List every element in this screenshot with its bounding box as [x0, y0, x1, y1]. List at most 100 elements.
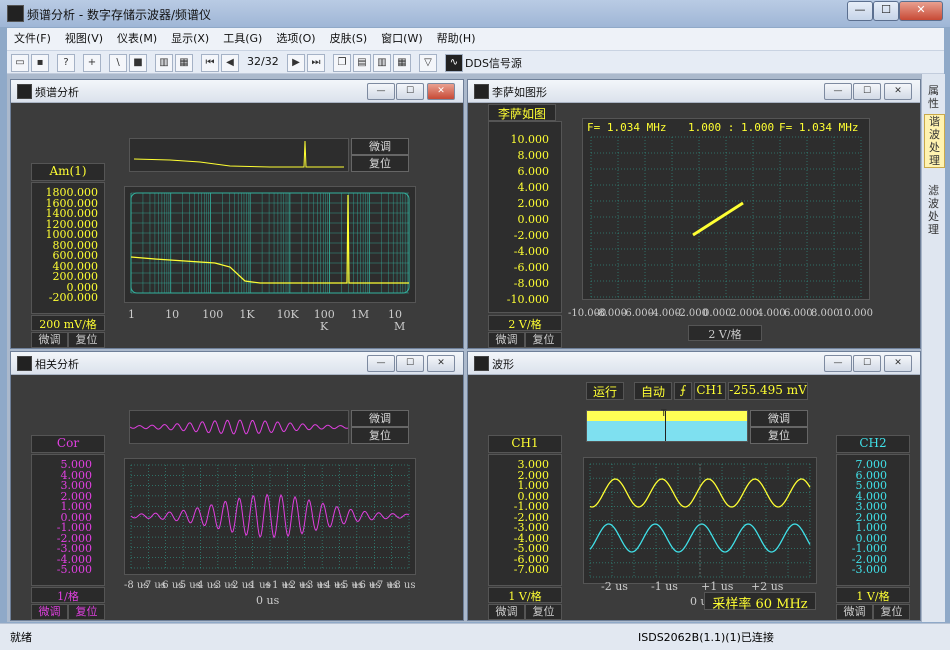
save-icon[interactable]: ▪: [31, 54, 49, 72]
grid-icon[interactable]: ▦: [175, 54, 193, 72]
spectrum-window-header[interactable]: 频谱分析 — ☐ ✕: [11, 80, 463, 103]
waveform-foot-fine[interactable]: 微调: [488, 604, 525, 620]
prev-page-icon[interactable]: ◀: [221, 54, 239, 72]
spectrum-close-button[interactable]: ✕: [427, 83, 455, 100]
crosshair-icon[interactable]: +: [83, 54, 101, 72]
lissajous-minimize-button[interactable]: —: [824, 83, 852, 100]
waveform-plot-svg: [589, 463, 811, 578]
menu-help[interactable]: 帮助(H): [430, 28, 483, 50]
waveform-window-header[interactable]: 波形 — ☐ ✕: [468, 352, 920, 375]
lissajous-window: 李萨如图形 — ☐ ✕ 李萨如图 10.000 8.000 6.000 4.000 2.…: [467, 79, 921, 349]
ch1-axis: 3.000 2.000 1.000 0.000 -1.000 -2.000 -3.000 -4…: [488, 454, 562, 586]
waveform-close-button[interactable]: ✕: [884, 355, 912, 372]
spectrum-reset-button[interactable]: 复位: [351, 155, 409, 172]
correlation-minimize-button[interactable]: —: [367, 355, 395, 372]
spectrum-overview: [129, 138, 349, 172]
right-dock: 属性 谐波处理 滤波处理: [921, 74, 945, 622]
cascade-icon[interactable]: ❐: [333, 54, 351, 72]
spectrum-scale: 200 mV/格: [31, 315, 105, 331]
waveform-foot-reset[interactable]: 复位: [525, 604, 562, 620]
correlation-foot-fine[interactable]: 微调: [31, 604, 68, 620]
tile-grid-icon[interactable]: ▦: [393, 54, 411, 72]
tile-vertical-icon[interactable]: ▥: [373, 54, 391, 72]
dock-tab-properties[interactable]: 属性: [924, 84, 943, 110]
waveform-window: 波形 — ☐ ✕ 运行 自动 ⨍ CH1 -255.495 mV T 微调 复位…: [467, 351, 921, 621]
lissajous-x-tick-9: 8.000: [811, 308, 840, 319]
filter-icon[interactable]: ▽: [419, 54, 437, 72]
tile-horizontal-icon[interactable]: ▤: [353, 54, 371, 72]
waveform-ch2-foot-reset[interactable]: 复位: [873, 604, 910, 620]
ch2-y-tick-10: -3.000: [851, 563, 887, 576]
overview-trigger-marker: T: [661, 409, 667, 419]
status-left: 就绪: [10, 631, 32, 644]
correlation-close-button[interactable]: ✕: [427, 355, 455, 372]
auto-button[interactable]: 自动: [634, 382, 672, 400]
correlation-window-header[interactable]: 相关分析 — ☐ ✕: [11, 352, 463, 375]
status-bar: 就绪 ISDS2062B(1.1)(1)已连接: [0, 623, 950, 650]
waveform-maximize-button[interactable]: ☐: [853, 355, 881, 372]
trigger-level[interactable]: -255.495 mV: [728, 382, 808, 400]
waveform-x-tick-0: -2 us: [601, 580, 628, 593]
waveform-reset-button[interactable]: 复位: [750, 427, 808, 444]
spectrum-minimize-button[interactable]: —: [367, 83, 395, 100]
lissajous-close-button[interactable]: ✕: [884, 83, 912, 100]
correlation-fine-button[interactable]: 微调: [351, 410, 409, 427]
lissajous-y-tick-2: 6.000: [517, 165, 550, 178]
waveform-fine-button[interactable]: 微调: [750, 410, 808, 427]
lissajous-foot-fine[interactable]: 微调: [488, 332, 525, 348]
spectrum-plot-svg: [130, 192, 410, 294]
dds-icon[interactable]: ∿: [445, 54, 463, 72]
sample-rate: 采样率 60 MHz: [704, 592, 816, 612]
dock-tab-harmonic[interactable]: 谐波处理: [924, 114, 945, 168]
lissajous-plot-svg: [590, 136, 862, 298]
menu-skin[interactable]: 皮肤(S): [323, 28, 375, 50]
spectrum-maximize-button[interactable]: ☐: [396, 83, 424, 100]
spectrum-foot-fine[interactable]: 微调: [31, 332, 68, 348]
waveform-x-tick-1: -1 us: [651, 580, 678, 593]
layout-icon[interactable]: ▥: [155, 54, 173, 72]
waveform-ch2-foot-fine[interactable]: 微调: [836, 604, 873, 620]
spectrum-plot: [124, 186, 416, 303]
lissajous-y-tick-1: 8.000: [517, 149, 550, 162]
lissajous-foot-reset[interactable]: 复位: [525, 332, 562, 348]
title-bar: 频谱分析 - 数字存储示波器/频谱仪 — ☐ ✕: [0, 0, 950, 27]
lissajous-window-header[interactable]: 李萨如图形 — ☐ ✕: [468, 80, 920, 103]
trigger-channel[interactable]: CH1: [694, 382, 726, 400]
dds-source-button[interactable]: DDS信号源: [465, 55, 522, 71]
run-button[interactable]: 运行: [586, 382, 624, 400]
dock-tab-filter[interactable]: 滤波处理: [924, 184, 943, 236]
trigger-edge-icon[interactable]: ⨍: [674, 382, 692, 400]
last-page-icon[interactable]: ⏭: [307, 54, 325, 72]
next-page-icon[interactable]: ▶: [287, 54, 305, 72]
menu-window[interactable]: 窗口(W): [374, 28, 429, 50]
overview-ch1-band: [587, 411, 747, 421]
correlation-maximize-button[interactable]: ☐: [396, 355, 424, 372]
minimize-button[interactable]: —: [847, 1, 873, 21]
waveform-minimize-button[interactable]: —: [824, 355, 852, 372]
menu-instrument[interactable]: 仪表(M): [110, 28, 164, 50]
correlation-reset-button[interactable]: 复位: [351, 427, 409, 444]
menu-view[interactable]: 视图(V): [58, 28, 110, 50]
menu-display[interactable]: 显示(X): [164, 28, 216, 50]
open-icon[interactable]: ▭: [11, 54, 29, 72]
menu-tools[interactable]: 工具(G): [216, 28, 269, 50]
correlation-y-label: Cor: [31, 435, 105, 453]
correlation-overview-trace: [129, 419, 349, 435]
first-page-icon[interactable]: ⏮: [201, 54, 219, 72]
ch1-label: CH1: [488, 435, 562, 453]
menu-file[interactable]: 文件(F): [7, 28, 58, 50]
lissajous-x-scale: 2 V/格: [688, 325, 762, 341]
maximize-button[interactable]: ☐: [873, 1, 899, 21]
window-title: 频谱分析 - 数字存储示波器/频谱仪: [27, 8, 212, 22]
spectrum-x-tick-2: 100: [202, 308, 224, 321]
close-button[interactable]: ✕: [899, 1, 943, 21]
stop-icon[interactable]: ■: [129, 54, 147, 72]
lissajous-y-tick-4: 2.000: [517, 197, 550, 210]
help-icon[interactable]: ?: [57, 54, 75, 72]
lissajous-maximize-button[interactable]: ☐: [853, 83, 881, 100]
spectrum-foot-reset[interactable]: 复位: [68, 332, 105, 348]
pen-icon[interactable]: \: [109, 54, 127, 72]
spectrum-fine-button[interactable]: 微调: [351, 138, 409, 155]
menu-options[interactable]: 选项(O): [269, 28, 322, 50]
correlation-foot-reset[interactable]: 复位: [68, 604, 105, 620]
